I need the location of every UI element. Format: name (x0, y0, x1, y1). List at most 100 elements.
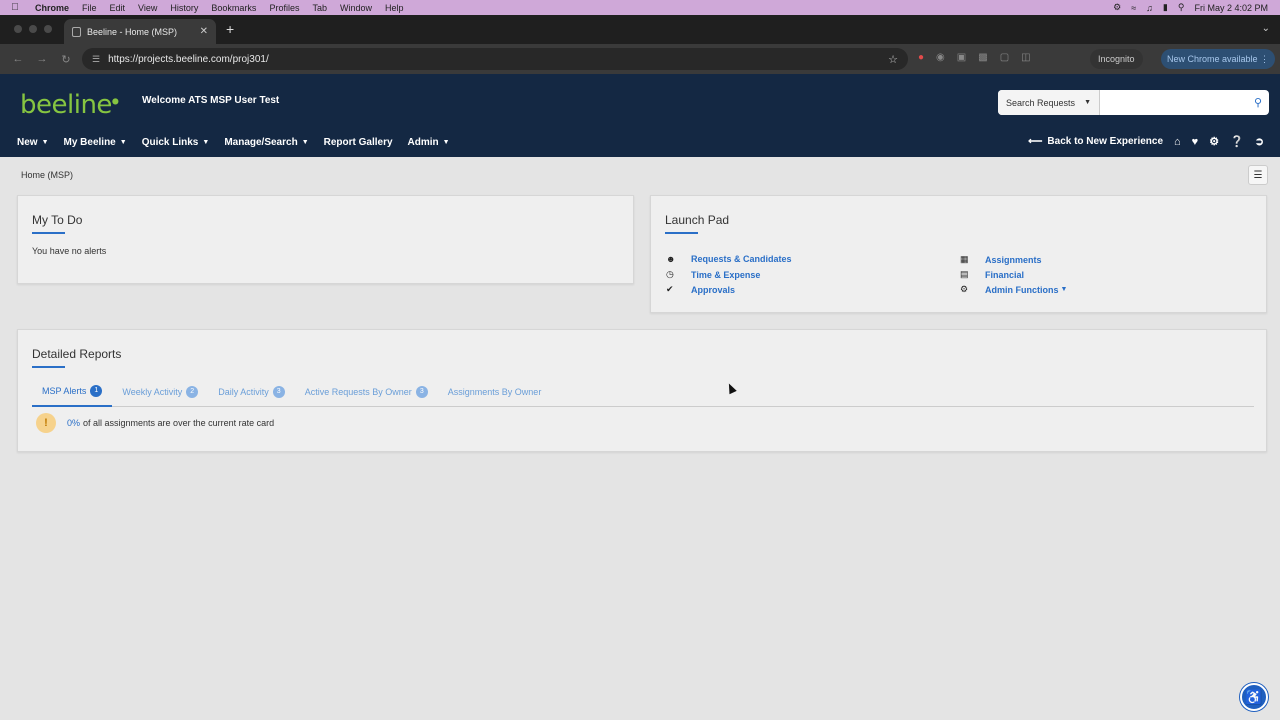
side-panel-icon[interactable]: ◫ (1021, 52, 1030, 63)
launch-label[interactable]: Admin Functions (985, 285, 1059, 295)
launch-label[interactable]: Time & Expense (691, 270, 760, 280)
accessibility-icon[interactable]: ♿ (1240, 683, 1268, 711)
nav-new[interactable]: New ▼ (17, 137, 49, 148)
extension-camera-icon[interactable]: ◉ (936, 52, 945, 63)
bank-icon: ▤ (960, 269, 969, 279)
gear-status-icon[interactable]: ⚙ (1113, 2, 1121, 13)
gear-icon[interactable]: ⚙ (1209, 135, 1219, 148)
site-info-icon[interactable]: ☰ (92, 54, 100, 65)
wifi-icon[interactable]: ≈ (1131, 3, 1136, 13)
apple-icon[interactable]:  (0, 2, 30, 13)
back-arrow-icon[interactable]: ← (6, 53, 30, 65)
home-icon[interactable]: ⌂ (1174, 136, 1181, 148)
chevron-down-icon: ▼ (442, 139, 450, 146)
tab-label: Assignments By Owner (447, 386, 542, 397)
search-icon[interactable]: ⚲ (1247, 90, 1269, 115)
tab-daily-activity[interactable]: Daily Activity 3 (208, 376, 295, 407)
reload-icon[interactable]: ↻ (54, 53, 78, 66)
search-input[interactable] (1100, 90, 1247, 115)
launch-label[interactable]: Requests & Candidates (691, 254, 792, 264)
extension-image-icon[interactable]: ▣ (957, 52, 966, 63)
extensions-area: ● ◉ ▣ ▩ ▢ ◫ (918, 52, 1031, 63)
incognito-indicator[interactable]: Incognito (1090, 49, 1143, 69)
search-bar: Search Requests ▼ ⚲ (998, 90, 1269, 115)
extension-screenshot-icon[interactable]: ▢ (1000, 52, 1009, 63)
tab-assignments-by-owner[interactable]: Assignments By Owner (438, 376, 552, 407)
page-menu-icon[interactable]: ☰ (1248, 165, 1268, 185)
sign-out-icon[interactable]: ➲ (1255, 135, 1264, 148)
back-to-new-experience-link[interactable]: ⟵ Back to New Experience (1028, 136, 1163, 147)
menu-chrome[interactable]: Chrome (30, 3, 77, 13)
search-type-value: Search Requests (1006, 97, 1076, 108)
launch-item-admin-functions[interactable]: ⚙ Admin Functions ▼ (960, 284, 1067, 295)
volume-icon[interactable]: ♫ (1146, 3, 1153, 13)
users-icon: ☻ (666, 254, 676, 264)
launch-label[interactable]: Financial (985, 270, 1024, 280)
menu-help[interactable]: Help (380, 3, 412, 13)
panel-title: Launch Pad (665, 213, 730, 227)
menu-edit[interactable]: Edit (105, 3, 134, 13)
page-favicon-icon (72, 26, 81, 37)
chevron-down-icon: ▼ (202, 139, 210, 146)
menu-file[interactable]: File (77, 3, 105, 13)
menu-tab[interactable]: Tab (307, 3, 335, 13)
zoom-window-button[interactable] (44, 25, 52, 33)
nav-manage-search[interactable]: Manage/Search ▼ (224, 137, 308, 148)
address-bar[interactable]: ☰ https://projects.beeline.com/proj301/ … (82, 48, 908, 70)
check-icon: ✔ (666, 284, 674, 294)
launch-label[interactable]: Approvals (691, 285, 735, 295)
menu-history[interactable]: History (165, 3, 206, 13)
launch-label[interactable]: Assignments (985, 255, 1042, 265)
launch-item-approvals[interactable]: ✔ Approvals (666, 284, 735, 295)
minimize-window-button[interactable] (29, 25, 37, 33)
title-underline (32, 366, 65, 368)
new-tab-icon[interactable]: + (226, 21, 234, 37)
forward-arrow-icon[interactable]: → (30, 53, 54, 65)
detailed-reports-panel: Detailed Reports MSP Alerts 1 Weekly Act… (17, 329, 1267, 452)
launch-item-financial[interactable]: ▤ Financial (960, 269, 1024, 280)
url-text[interactable]: https://projects.beeline.com/proj301/ (108, 54, 269, 65)
tab-title: Beeline - Home (MSP) (87, 26, 178, 37)
clock-icon: ◷ (666, 269, 674, 279)
nav-my-beeline-label: My Beeline (63, 137, 116, 148)
help-icon[interactable]: ❔ (1230, 135, 1244, 148)
battery-icon[interactable]: ▮ (1163, 2, 1168, 13)
close-window-button[interactable] (14, 25, 22, 33)
clock-text[interactable]: Fri May 2 4:02 PM (1194, 3, 1268, 13)
close-tab-icon[interactable]: ✕ (200, 26, 208, 37)
launch-item-assignments[interactable]: ▦ Assignments (960, 254, 1042, 265)
nav-quick-links-label: Quick Links (141, 137, 199, 148)
menu-bookmarks[interactable]: Bookmarks (206, 3, 264, 13)
caret-down-icon: ▼ (1060, 286, 1068, 293)
menu-view[interactable]: View (133, 3, 165, 13)
extensions-puzzle-icon[interactable]: ▩ (978, 52, 987, 63)
launch-item-requests[interactable]: ☻ Requests & Candidates (666, 254, 792, 264)
count-badge: 2 (186, 385, 199, 398)
tab-search-icon[interactable]: ⌄ (1262, 23, 1270, 34)
spotlight-icon[interactable]: ⚲ (1178, 2, 1185, 13)
nav-admin[interactable]: Admin ▼ (408, 137, 450, 148)
panel-title: My To Do (32, 213, 83, 227)
chrome-update-button[interactable]: New Chrome available ⋮ (1161, 49, 1275, 69)
tab-active-requests-by-owner[interactable]: Active Requests By Owner 3 (295, 376, 438, 407)
tab-msp-alerts[interactable]: MSP Alerts 1 (32, 376, 113, 407)
panel-title: Detailed Reports (32, 347, 122, 361)
menu-profiles[interactable]: Profiles (264, 3, 307, 13)
menu-window[interactable]: Window (335, 3, 380, 13)
tab-weekly-activity[interactable]: Weekly Activity 2 (112, 376, 208, 407)
bookmark-star-icon[interactable]: ☆ (888, 53, 898, 66)
launch-item-time-expense[interactable]: ◷ Time & Expense (666, 269, 760, 280)
beeline-logo[interactable]: beeline● (20, 90, 119, 120)
app-header: beeline● Welcome ATS MSP User Test Searc… (0, 74, 1280, 157)
nav-my-beeline[interactable]: My Beeline ▼ (64, 137, 127, 148)
nav-quick-links[interactable]: Quick Links ▼ (142, 137, 210, 148)
warning-icon: ! (36, 413, 56, 433)
browser-tab-active[interactable]: Beeline - Home (MSP) ✕ (64, 19, 216, 44)
nav-manage-search-label: Manage/Search (224, 137, 298, 148)
search-type-select[interactable]: Search Requests ▼ (998, 90, 1100, 115)
heart-icon[interactable]: ♥ (1192, 136, 1199, 148)
alert-percentage-link[interactable]: 0% (67, 418, 80, 428)
nav-report-gallery[interactable]: Report Gallery (324, 137, 393, 148)
tab-label: MSP Alerts (42, 385, 87, 396)
extension-red-icon[interactable]: ● (918, 52, 924, 63)
